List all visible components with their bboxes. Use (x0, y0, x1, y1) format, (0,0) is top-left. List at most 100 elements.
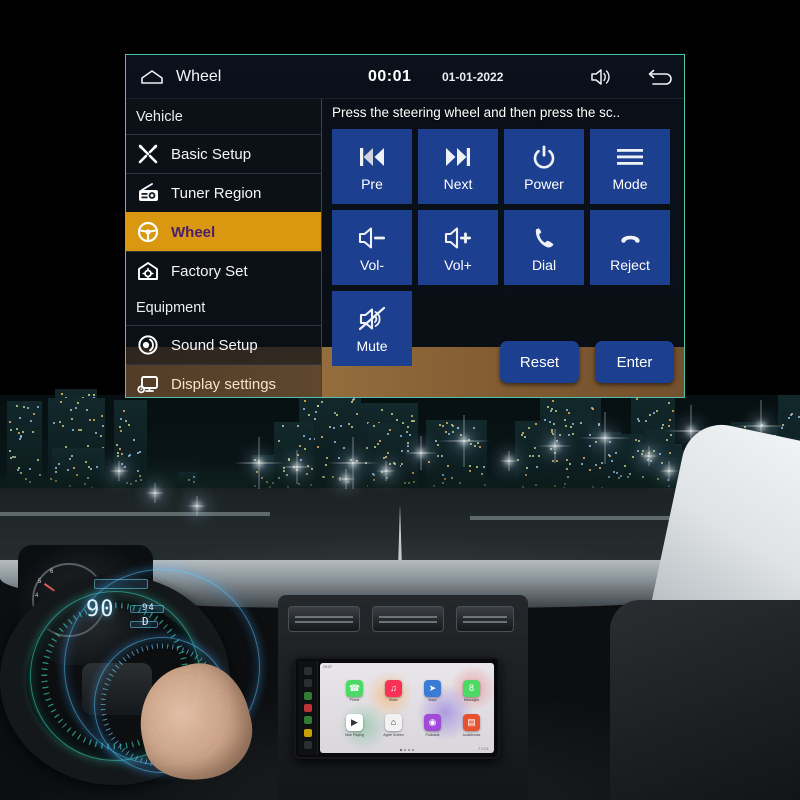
building-window (669, 419, 671, 421)
building-window (338, 457, 340, 459)
function-button-label: Power (524, 177, 564, 191)
headunit-side-buttons[interactable] (298, 661, 318, 755)
building-window (672, 410, 674, 412)
carplay-app[interactable]: ⌂ Apple Screen (377, 710, 410, 742)
building-window (93, 419, 95, 421)
headunit-button[interactable] (304, 716, 312, 724)
building-window (396, 419, 398, 421)
panel-header: Wheel 00:01 01-01-2022 (126, 55, 684, 99)
building-window (23, 406, 25, 408)
street-light-flare (258, 462, 260, 464)
home-icon[interactable] (140, 69, 164, 85)
reset-button[interactable]: Reset (500, 341, 579, 383)
building-window (71, 455, 73, 457)
building-window (87, 445, 89, 447)
building-window (669, 452, 671, 454)
sidebar-item-tuner-region[interactable]: Tuner Region (126, 173, 321, 212)
building-window (441, 455, 443, 457)
function-button-label: Next (444, 177, 473, 191)
action-button-row[interactable]: Reset Enter (500, 341, 674, 383)
carplay-app[interactable]: ▶ Now Playing (338, 710, 371, 742)
building-window (381, 409, 383, 411)
carplay-app-icon: ⌂ (385, 714, 402, 731)
function-button-mute[interactable]: Mute (332, 291, 412, 366)
volume-icon[interactable] (589, 67, 611, 87)
building-window (435, 440, 437, 442)
building-window (521, 434, 523, 436)
function-button-pre[interactable]: Pre (332, 129, 412, 204)
car-stereo-headunit[interactable]: 19:37 ☎ Phone ♫ Music ➤ Maps ὞8 Messages… (294, 657, 500, 759)
hud-speed-value: 90 (86, 597, 115, 622)
carplay-app-icon: ☎ (346, 680, 363, 697)
headunit-status-time: 19:37 (323, 665, 332, 669)
function-button-label: Mute (356, 339, 387, 353)
street-light-flare (508, 460, 510, 462)
settings-sidebar[interactable]: Vehicle Basic Setup Tuner Region Wheel F… (126, 99, 322, 398)
headunit-button[interactable] (304, 679, 312, 687)
sidebar-item-basic-setup[interactable]: Basic Setup (126, 134, 321, 173)
carplay-app-icon: ὞8 (463, 680, 480, 697)
headunit-button[interactable] (304, 692, 312, 700)
function-button-mode[interactable]: Mode (590, 129, 670, 204)
building-window (445, 431, 447, 433)
function-button-grid[interactable]: Pre Next Power Mode Vol- Vol+ Dial Rejec… (332, 129, 684, 366)
function-button-label: Mode (612, 177, 647, 191)
sidebar-item-sound-setup[interactable]: Sound Setup (126, 325, 321, 364)
building-window (556, 440, 558, 442)
building-window (352, 399, 354, 401)
building-window (409, 434, 411, 436)
building-window (14, 456, 16, 458)
building-window (95, 432, 97, 434)
street-light-flare (463, 440, 465, 442)
carplay-app-label: Maps (428, 698, 436, 702)
headunit-screen[interactable]: 19:37 ☎ Phone ♫ Music ➤ Maps ὞8 Messages… (320, 663, 494, 753)
building-window (278, 440, 280, 442)
enter-button[interactable]: Enter (595, 341, 674, 383)
carplay-app[interactable]: ☎ Phone (338, 675, 371, 707)
building-window (592, 408, 594, 410)
street-light-flare (345, 478, 347, 480)
building-window (457, 427, 459, 429)
street-light-flare (118, 470, 120, 472)
carplay-app-grid[interactable]: ☎ Phone ♫ Music ➤ Maps ὞8 Messages ▶ Now… (338, 675, 488, 741)
building-window (638, 440, 640, 442)
function-button-dial[interactable]: Dial (504, 210, 584, 285)
headunit-button[interactable] (304, 704, 312, 712)
carplay-app[interactable]: ▤ Audiobooks (455, 710, 488, 742)
headunit-button[interactable] (304, 667, 312, 675)
sidebar-item-wheel[interactable]: Wheel (126, 212, 321, 251)
building-window (556, 460, 558, 462)
steering-wheel-area: 3 4 5 6 90 94 D (0, 545, 290, 800)
function-button-reject[interactable]: Reject (590, 210, 670, 285)
headunit-button[interactable] (304, 729, 312, 737)
function-button-power[interactable]: Power (504, 129, 584, 204)
building-window (304, 400, 306, 402)
building-window (343, 447, 345, 449)
building-window (22, 431, 24, 433)
headunit-button[interactable] (304, 741, 312, 749)
back-arrow-icon[interactable] (644, 67, 672, 87)
volume-down-icon (358, 223, 387, 253)
building-window (128, 455, 130, 457)
carplay-app[interactable]: ◉ Podcasts (416, 710, 449, 742)
carplay-app[interactable]: ὞8 Messages (455, 675, 488, 707)
building-window (570, 426, 572, 428)
street-light-flare (760, 425, 762, 427)
carplay-app[interactable]: ➤ Maps (416, 675, 449, 707)
building-window (645, 420, 647, 422)
sidebar-item-factory-set[interactable]: Factory Set (126, 251, 321, 290)
carplay-app[interactable]: ♫ Music (377, 675, 410, 707)
building-window (62, 425, 64, 427)
building-window (406, 431, 408, 433)
building-window (12, 456, 14, 458)
sidebar-item-display-settings[interactable]: Display settings (126, 364, 321, 398)
function-button-label: Vol+ (444, 258, 472, 272)
building-window (791, 413, 793, 415)
building-window (387, 452, 389, 454)
function-button-vol[interactable]: Vol- (332, 210, 412, 285)
building-window (33, 413, 35, 415)
function-button-vol[interactable]: Vol+ (418, 210, 498, 285)
screenshot-root: 19:37 ☎ Phone ♫ Music ➤ Maps ὞8 Messages… (0, 0, 800, 800)
sidebar-item-label: Tuner Region (171, 185, 261, 202)
function-button-next[interactable]: Next (418, 129, 498, 204)
